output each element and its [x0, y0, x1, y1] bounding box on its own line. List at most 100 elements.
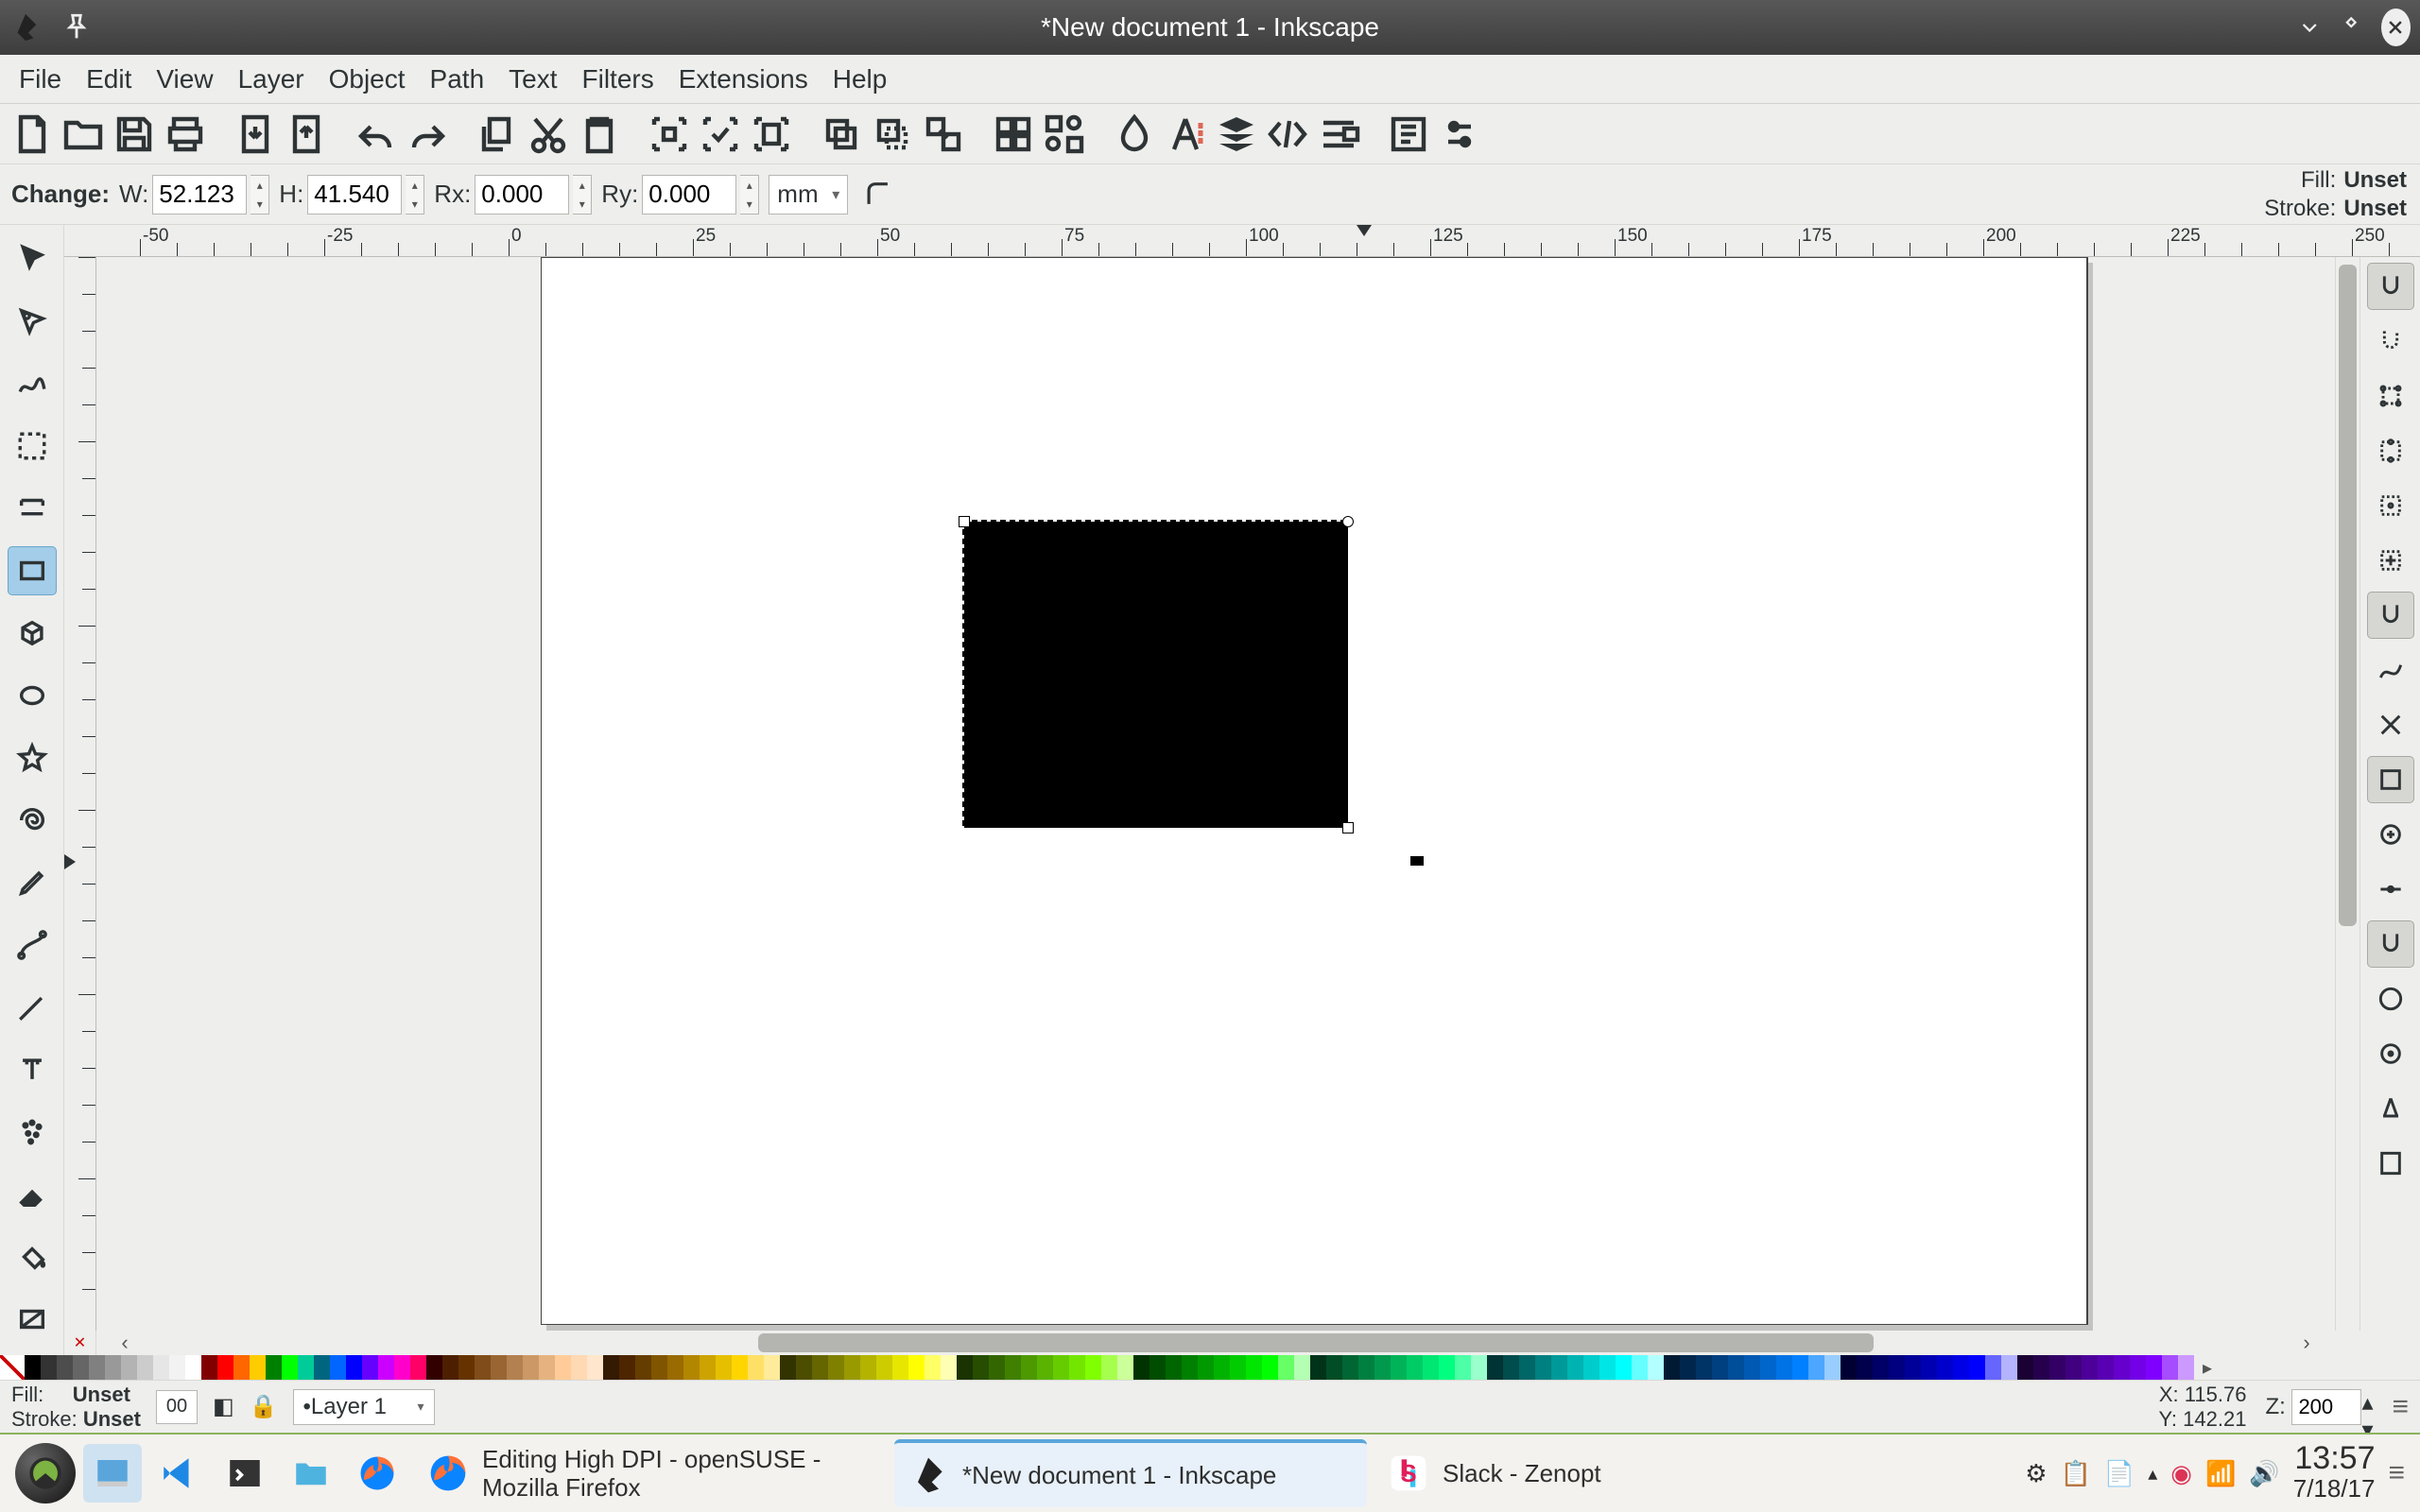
- snap-path[interactable]: [2367, 646, 2414, 694]
- ry-input[interactable]: [642, 175, 736, 215]
- palette-swatch[interactable]: [603, 1355, 619, 1380]
- palette-swatch[interactable]: [1937, 1355, 1953, 1380]
- menu-text[interactable]: Text: [497, 59, 568, 100]
- palette-swatch[interactable]: [1712, 1355, 1728, 1380]
- palette-swatch[interactable]: [1792, 1355, 1808, 1380]
- paste-button[interactable]: [577, 112, 622, 157]
- palette-swatch[interactable]: [908, 1355, 925, 1380]
- reset-corners-button[interactable]: [857, 174, 899, 215]
- palette-swatch[interactable]: [330, 1355, 346, 1380]
- palette-swatch[interactable]: [619, 1355, 635, 1380]
- palette-swatch[interactable]: [57, 1355, 73, 1380]
- palette-swatch[interactable]: [314, 1355, 330, 1380]
- palette-swatch[interactable]: [1391, 1355, 1407, 1380]
- zoom-tool[interactable]: [8, 421, 57, 471]
- gradient-tool[interactable]: [8, 1295, 57, 1344]
- zoom-input[interactable]: [2291, 1389, 2361, 1425]
- palette-swatch[interactable]: [121, 1355, 137, 1380]
- layers-dialog-button[interactable]: [1214, 112, 1259, 157]
- tray-expand-icon[interactable]: ▴: [2148, 1462, 2157, 1486]
- quicklaunch-desktop[interactable]: [83, 1444, 142, 1503]
- cut-button[interactable]: [526, 112, 571, 157]
- palette-swatch[interactable]: [860, 1355, 876, 1380]
- palette-swatch[interactable]: [1599, 1355, 1616, 1380]
- snap-intersection[interactable]: [2367, 701, 2414, 748]
- tweak-tool[interactable]: [8, 359, 57, 408]
- palette-swatch[interactable]: [1857, 1355, 1873, 1380]
- pencil-tool[interactable]: [8, 858, 57, 907]
- palette-swatch[interactable]: [989, 1355, 1005, 1380]
- snap-bbox-toggle[interactable]: [2367, 318, 2414, 365]
- text-dialog-button[interactable]: [1163, 112, 1208, 157]
- snap-bbox-center[interactable]: [2367, 537, 2414, 584]
- layer-visibility-icon[interactable]: ◧: [213, 1393, 234, 1420]
- select-tool[interactable]: [8, 234, 57, 284]
- snap-page-border[interactable]: [2367, 1140, 2414, 1187]
- palette-swatch[interactable]: [796, 1355, 812, 1380]
- palette-swatch[interactable]: [780, 1355, 796, 1380]
- fill-stroke-dialog-button[interactable]: [1112, 112, 1157, 157]
- handle-top-left[interactable]: [959, 516, 970, 527]
- maximize-button[interactable]: [2339, 11, 2363, 43]
- palette-swatch[interactable]: [250, 1355, 266, 1380]
- palette-swatch[interactable]: [1760, 1355, 1776, 1380]
- height-spinner[interactable]: ▴▾: [406, 175, 424, 215]
- rx-input[interactable]: [475, 175, 569, 215]
- palette-swatch[interactable]: [491, 1355, 507, 1380]
- palette-swatch[interactable]: [1342, 1355, 1358, 1380]
- palette-swatch[interactable]: [1166, 1355, 1182, 1380]
- palette-swatch[interactable]: [1728, 1355, 1744, 1380]
- palette-swatch[interactable]: [716, 1355, 732, 1380]
- snap-text-baseline[interactable]: [2367, 1085, 2414, 1132]
- palette-swatch[interactable]: [169, 1355, 185, 1380]
- height-input[interactable]: [307, 175, 402, 215]
- palette-swatch[interactable]: [764, 1355, 780, 1380]
- export-button[interactable]: [284, 112, 329, 157]
- menu-view[interactable]: View: [145, 59, 224, 100]
- bezier-tool[interactable]: [8, 920, 57, 970]
- palette-swatch[interactable]: [1616, 1355, 1632, 1380]
- clone-button[interactable]: [870, 112, 915, 157]
- palette-swatch[interactable]: [1455, 1355, 1471, 1380]
- layer-selector[interactable]: •Layer 1▾: [293, 1389, 435, 1425]
- palette-swatch[interactable]: [1969, 1355, 1985, 1380]
- hscroll-left[interactable]: ‹: [96, 1331, 153, 1355]
- quicklaunch-files[interactable]: [282, 1444, 340, 1503]
- palette-swatch[interactable]: [1214, 1355, 1230, 1380]
- tray-doc-icon[interactable]: 📄: [2104, 1459, 2135, 1488]
- rx-spinner[interactable]: ▴▾: [573, 175, 592, 215]
- menu-path[interactable]: Path: [419, 59, 496, 100]
- palette-swatch[interactable]: [1198, 1355, 1214, 1380]
- quicklaunch-terminal[interactable]: [216, 1444, 274, 1503]
- vertical-scrollbar[interactable]: [2335, 257, 2360, 1331]
- menu-object[interactable]: Object: [318, 59, 417, 100]
- palette-swatch[interactable]: [2066, 1355, 2082, 1380]
- snap-bbox-midpoint[interactable]: [2367, 482, 2414, 529]
- palette-swatch[interactable]: [2001, 1355, 2017, 1380]
- menu-extensions[interactable]: Extensions: [667, 59, 820, 100]
- palette-swatch[interactable]: [844, 1355, 860, 1380]
- palette-swatch[interactable]: [667, 1355, 683, 1380]
- undo-button[interactable]: [354, 112, 399, 157]
- group-button[interactable]: [991, 112, 1036, 157]
- tray-network-icon[interactable]: 📶: [2205, 1459, 2236, 1488]
- palette-swatch[interactable]: [25, 1355, 41, 1380]
- palette-swatch[interactable]: [1374, 1355, 1391, 1380]
- palette-swatch[interactable]: [700, 1355, 716, 1380]
- palette-swatch[interactable]: [298, 1355, 314, 1380]
- palette-swatch[interactable]: [1648, 1355, 1664, 1380]
- ungroup-button[interactable]: [1042, 112, 1087, 157]
- palette-swatch[interactable]: [1182, 1355, 1198, 1380]
- palette-nofill[interactable]: [0, 1355, 25, 1380]
- palette-swatch[interactable]: [1246, 1355, 1262, 1380]
- palette-swatch[interactable]: [1664, 1355, 1680, 1380]
- snap-rotation-center[interactable]: [2367, 1030, 2414, 1077]
- zoom-page-button[interactable]: [749, 112, 794, 157]
- quicklaunch-vscode[interactable]: [149, 1444, 208, 1503]
- menu-edit[interactable]: Edit: [75, 59, 143, 100]
- palette-scroll-right[interactable]: ▸: [2194, 1355, 2221, 1380]
- snap-line-midpoint[interactable]: [2367, 866, 2414, 913]
- palette-swatch[interactable]: [683, 1355, 700, 1380]
- palette-swatch[interactable]: [973, 1355, 989, 1380]
- palette-swatch[interactable]: [89, 1355, 105, 1380]
